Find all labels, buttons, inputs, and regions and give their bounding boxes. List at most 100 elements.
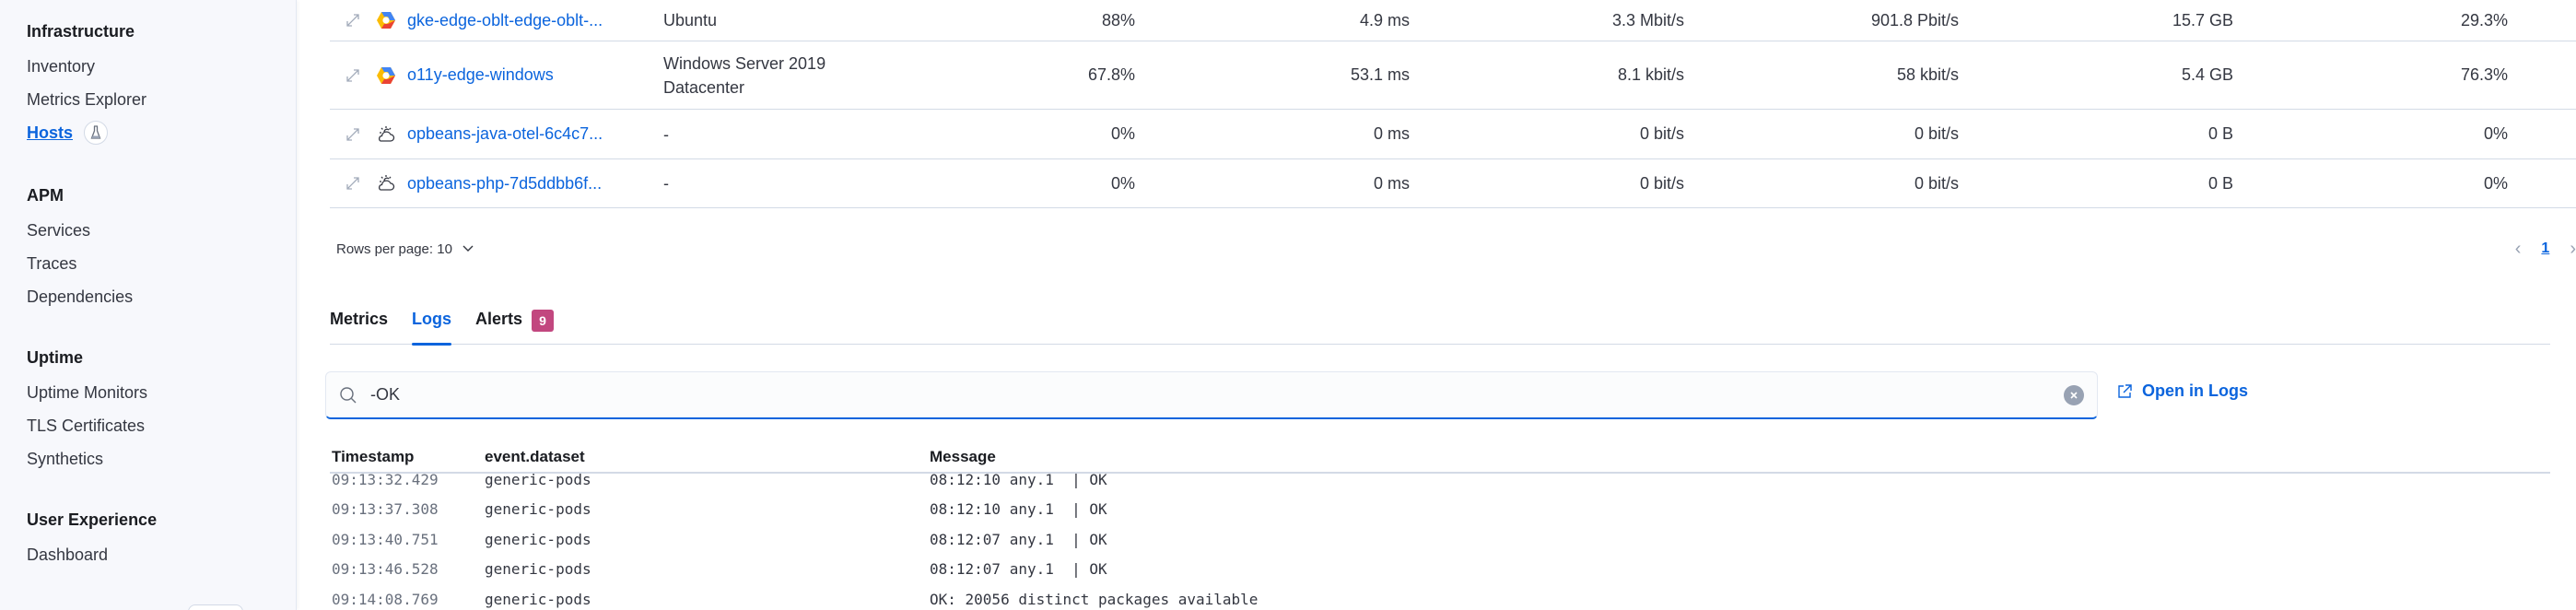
tab-label: Logs [412,310,452,328]
host-name-link[interactable]: gke-edge-oblt-edge-oblt-... [407,11,663,30]
log-entry: 09:13:37.308 generic-pods 08:12:10 any.1… [330,495,2550,525]
sidebar-item-dependencies[interactable]: Dependencies [27,280,133,313]
host-os: Ubuntu [663,11,718,29]
sidebar-item-synthetics[interactable]: Synthetics [27,442,147,475]
host-cpu: 0% [1110,173,1135,193]
expand-icon [346,127,359,141]
log-timestamp: 09:14:08.769 [332,590,439,608]
logs-table-header: Timestamp event.dataset Message [330,442,2550,474]
tab-label: Metrics [330,310,389,328]
log-entry: 09:13:40.751 generic-pods 08:12:07 any.1… [330,524,2550,555]
expand-icon [346,177,359,190]
partly-cloudy-icon [376,124,407,145]
tab-metrics[interactable]: Metrics [330,304,388,345]
expand-row-button[interactable] [330,67,376,84]
log-entry: 09:13:32.429 generic-pods 08:12:10 any.1… [330,474,2550,495]
log-dataset: generic-pods [485,500,591,519]
main-content: gke-edge-oblt-edge-oblt-... Ubuntu 88% 4… [297,0,2576,610]
sidebar-item-metrics-explorer[interactable]: Metrics Explorer [27,83,146,116]
log-dataset: generic-pods [485,474,591,488]
open-in-logs-link[interactable]: Open in Logs [2116,381,2248,401]
expand-row-button[interactable] [330,126,376,143]
host-tx: 0 bit/s [1914,124,1959,143]
sidebar-item-label: Dependencies [27,287,134,306]
clear-search-button[interactable] [2064,384,2084,405]
log-timestamp: 09:13:32.429 [332,474,439,488]
host-cpu: 88% [1101,10,1135,29]
table-row: opbeans-java-otel-6c4c7... - 0% 0 ms 0 b… [330,110,2576,159]
sidebar-item-label: Metrics Explorer [27,90,147,109]
expand-row-button[interactable] [330,175,376,192]
sidebar-item-traces[interactable]: Traces [27,247,133,280]
external-link-icon [2118,383,2132,398]
previous-page-button[interactable]: ‹ [2515,239,2522,260]
sidebar-overflow-pill [188,604,243,610]
column-header-timestamp: Timestamp [332,448,415,465]
host-memory-usage: 0% [2483,173,2508,193]
host-normalized-load: 0 ms [1373,173,1410,193]
page-1-button[interactable]: 1 [2541,240,2549,257]
nav-section-apm: APM Services Traces Dependencies [27,182,133,313]
host-os: - [663,124,669,144]
hosts-table: gke-edge-oblt-edge-oblt-... Ubuntu 88% 4… [330,0,2576,208]
host-name-link[interactable]: o11y-edge-windows [407,65,663,85]
sidebar-item-label: Uptime Monitors [27,383,148,402]
host-memory-usage: 76.3% [2460,65,2508,84]
sidebar-item-services[interactable]: Services [27,214,133,247]
nav-section-uptime: Uptime Uptime Monitors TLS Certificates … [27,345,147,475]
sidebar-item-inventory[interactable]: Inventory [27,50,146,83]
sidebar-item-label: Services [27,221,91,240]
host-rx: 0 bit/s [1639,124,1684,143]
beaker-icon [84,121,109,145]
host-rx: 8.1 kbit/s [1617,65,1684,84]
sidebar-item-dashboard[interactable]: Dashboard [27,538,157,571]
gcp-icon [376,66,407,85]
host-tx: 0 bit/s [1914,173,1959,193]
column-header-dataset: event.dataset [485,448,585,465]
sidebar-nav: Infrastructure Inventory Metrics Explore… [0,0,297,610]
host-os: Windows Server 2019 Datacenter [663,53,826,97]
host-memory-total: 0 B [2207,124,2233,143]
logs-stream[interactable]: 09:13:32.429 generic-pods 08:12:10 any.1… [330,474,2550,610]
tab-alerts[interactable]: Alerts 9 [475,304,554,345]
host-name-link[interactable]: opbeans-java-otel-6c4c7... [407,124,663,144]
sidebar-overflow-item [27,601,243,610]
tab-logs[interactable]: Logs [412,304,452,346]
host-memory-total: 15.7 GB [2172,10,2233,29]
sidebar-item-hosts[interactable]: Hosts [27,116,146,149]
log-message: 08:12:07 any.1 | OK [930,530,1107,548]
expand-row-button[interactable] [330,12,376,29]
next-page-button[interactable]: › [2570,239,2576,260]
log-timestamp: 09:13:40.751 [332,530,439,548]
sidebar-item-label: Inventory [27,57,96,76]
host-rx: 3.3 Mbit/s [1611,10,1684,29]
nav-heading: APM [27,186,64,205]
host-rx: 0 bit/s [1639,173,1684,193]
host-memory-usage: 0% [2483,124,2508,143]
host-detail-tabs: Metrics Logs Alerts 9 [330,304,2550,346]
sidebar-item-tls-certificates[interactable]: TLS Certificates [27,409,147,442]
host-tx: 58 kbit/s [1896,65,1959,84]
log-entry: 09:13:46.528 generic-pods 08:12:07 any.1… [330,555,2550,585]
log-message: 08:12:10 any.1 | OK [930,474,1107,488]
host-os: - [663,174,669,193]
chevron-down-icon [463,245,474,252]
logs-search-field [325,371,2098,419]
log-message: OK: 20056 distinct packages available [930,590,1259,608]
sidebar-item-label: Dashboard [27,545,109,564]
host-memory-total: 5.4 GB [2181,65,2233,84]
host-name-link[interactable]: opbeans-php-7d5ddbb6f... [407,174,663,194]
log-dataset: generic-pods [485,560,591,579]
rows-per-page-button[interactable]: Rows per page: 10 [336,241,474,257]
tab-label: Alerts [475,310,523,328]
logs-search-input[interactable] [370,385,2064,405]
alerts-count-badge: 9 [532,310,554,332]
host-cpu: 0% [1110,124,1135,143]
sidebar-item-uptime-monitors[interactable]: Uptime Monitors [27,376,147,409]
host-normalized-load: 53.1 ms [1350,65,1410,84]
partly-cloudy-icon [376,173,407,194]
pagination: ‹ 1 › [2515,239,2576,260]
expand-icon [346,68,359,82]
host-normalized-load: 0 ms [1373,124,1410,143]
open-in-logs-label: Open in Logs [2142,381,2248,400]
